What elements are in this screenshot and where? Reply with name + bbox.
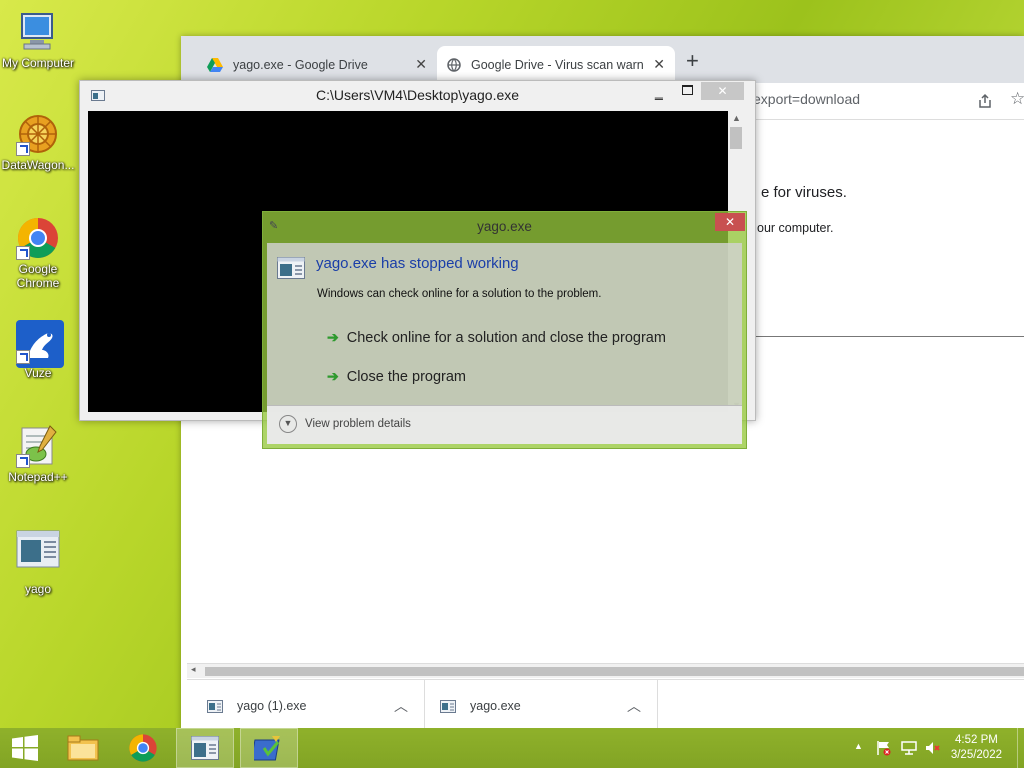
scrollbar-thumb[interactable] <box>205 667 1024 676</box>
details-label: View problem details <box>305 418 411 430</box>
computer-icon <box>16 10 60 54</box>
check-online-option[interactable]: ➔ Check online for a solution and close … <box>327 329 666 346</box>
download-item-yago-1[interactable]: yago (1).exe ︿ <box>187 680 425 732</box>
close-program-option[interactable]: ➔ Close the program <box>327 368 466 385</box>
error-dialog-title: yago.exe <box>477 219 532 234</box>
clock-date: 3/25/2022 <box>950 749 1002 761</box>
desktop-icon-google-chrome[interactable]: Google Chrome <box>0 216 76 290</box>
chrome-icon <box>16 216 60 260</box>
new-tab-button[interactable]: + <box>686 48 699 74</box>
option-label: Check online for a solution and close th… <box>346 329 666 346</box>
dialog-app-icon: ✎ <box>269 220 279 232</box>
scrollbar-thumb[interactable] <box>730 127 742 149</box>
console-app-icon <box>91 90 105 101</box>
divider <box>753 336 1024 337</box>
scroll-left-icon[interactable]: ◂ <box>191 664 196 675</box>
desktop-icon-label: DataWagon... <box>1 158 75 172</box>
error-reporting-icon <box>254 736 280 761</box>
download-filename: yago (1).exe <box>237 699 307 713</box>
download-filename: yago.exe <box>470 699 521 713</box>
desktop-icon-vuze[interactable]: Vuze <box>0 320 76 380</box>
taskbar-yago-console[interactable] <box>176 728 234 768</box>
tab-title: Google Drive - Virus scan warnin <box>471 57 643 72</box>
notepad-plus-plus-icon <box>16 424 60 468</box>
chrome-icon <box>129 734 157 762</box>
close-icon[interactable]: ✕ <box>415 56 427 73</box>
page-text-viruses: e for viruses. <box>761 184 847 201</box>
tab-bar: yago.exe - Google Drive ✕ Google Drive -… <box>181 36 1024 83</box>
error-dialog: ✎ yago.exe ✕ yago.exe has stopped workin… <box>262 211 747 449</box>
error-dialog-footer: ▼ View problem details <box>267 405 742 444</box>
clock-time: 4:52 PM <box>955 734 998 746</box>
option-label: Close the program <box>346 368 467 385</box>
tab-virus-scan-warning[interactable]: Google Drive - Virus scan warnin ✕ <box>437 46 675 83</box>
tab-google-drive[interactable]: yago.exe - Google Drive ✕ <box>197 46 435 83</box>
minimize-icon[interactable]: ‗ <box>655 78 663 106</box>
downloads-bar: yago (1).exe ︿ yago.exe ︿ <box>187 679 1024 732</box>
desktop-icon-label: Vuze <box>24 366 52 380</box>
chevron-up-icon[interactable]: ︿ <box>627 696 641 716</box>
globe-icon <box>447 57 461 72</box>
folder-icon <box>67 735 99 761</box>
desktop-icon-label: Google Chrome <box>16 262 60 290</box>
error-dialog-title-bar[interactable]: ✎ yago.exe ✕ <box>263 212 746 242</box>
url-text[interactable]: export=download <box>753 91 860 107</box>
windows-logo-icon <box>12 735 38 761</box>
share-icon[interactable] <box>977 93 993 109</box>
desktop-icon-label: My Computer <box>1 56 75 70</box>
star-icon[interactable]: ☆ <box>1010 89 1024 109</box>
taskbar-chrome[interactable] <box>114 728 172 768</box>
show-hidden-icons-arrow-icon[interactable]: ▲ <box>854 741 863 751</box>
desktop-icon-datawagon[interactable]: DataWagon... <box>0 112 76 172</box>
action-center-flag-icon[interactable] <box>877 740 891 756</box>
desktop-icon-my-computer[interactable]: My Computer <box>0 10 76 70</box>
maximize-icon[interactable] <box>682 85 693 95</box>
download-item-yago[interactable]: yago.exe ︿ <box>424 680 658 732</box>
page-text-computer: our computer. <box>757 221 834 235</box>
application-window-icon <box>191 736 219 760</box>
green-arrow-icon: ➔ <box>327 329 339 345</box>
chevron-up-icon[interactable]: ︿ <box>394 696 408 716</box>
close-icon[interactable]: ✕ <box>653 56 665 73</box>
program-window-icon <box>277 257 305 279</box>
desktop-icon-label: yago <box>24 582 52 596</box>
shortcut-arrow-icon <box>16 142 30 156</box>
network-icon[interactable] <box>901 741 917 755</box>
taskbar-error-reporting[interactable] <box>240 728 298 768</box>
desktop-icon-yago[interactable]: yago <box>0 530 76 596</box>
show-desktop-button[interactable] <box>1017 728 1024 768</box>
vuze-frog-icon <box>16 320 64 368</box>
application-window-icon <box>16 530 60 574</box>
scroll-up-icon[interactable]: ▲ <box>732 113 741 123</box>
volume-muted-icon[interactable] <box>925 741 941 755</box>
chevron-down-circle-icon: ▼ <box>279 415 297 433</box>
clock[interactable]: 4:52 PM 3/25/2022 <box>951 733 1002 763</box>
taskbar-file-explorer[interactable] <box>54 728 112 768</box>
desktop-icon-notepad-plus-plus[interactable]: Notepad++ <box>0 424 76 484</box>
horizontal-scrollbar[interactable]: ◂ <box>187 663 1024 678</box>
shortcut-arrow-icon <box>16 246 30 260</box>
view-problem-details[interactable]: ▼ View problem details <box>279 415 411 433</box>
close-button[interactable]: ✕ <box>701 82 744 100</box>
google-drive-icon <box>207 57 223 72</box>
system-tray: ▲ 4:52 PM 3/25/2022 <box>844 728 1024 768</box>
console-title: C:\Users\VM4\Desktop\yago.exe <box>315 87 520 103</box>
console-title-bar[interactable]: C:\Users\VM4\Desktop\yago.exe ‗ ✕ <box>80 81 755 111</box>
tab-title: yago.exe - Google Drive <box>233 57 368 72</box>
close-button[interactable]: ✕ <box>715 213 745 231</box>
error-message: Windows can check online for a solution … <box>317 288 602 300</box>
desktop-icon-label: Notepad++ <box>8 470 68 484</box>
green-arrow-icon: ➔ <box>327 368 339 384</box>
datawagon-icon <box>16 112 60 156</box>
error-dialog-body: yago.exe has stopped working Windows can… <box>267 243 742 444</box>
application-window-icon <box>440 699 456 713</box>
shortcut-arrow-icon <box>16 454 30 468</box>
start-button[interactable] <box>0 728 50 768</box>
taskbar: ▲ 4:52 PM 3/25/2022 <box>0 728 1024 768</box>
error-heading: yago.exe has stopped working <box>316 255 519 272</box>
shortcut-arrow-icon <box>16 350 30 364</box>
application-window-icon <box>207 699 223 713</box>
